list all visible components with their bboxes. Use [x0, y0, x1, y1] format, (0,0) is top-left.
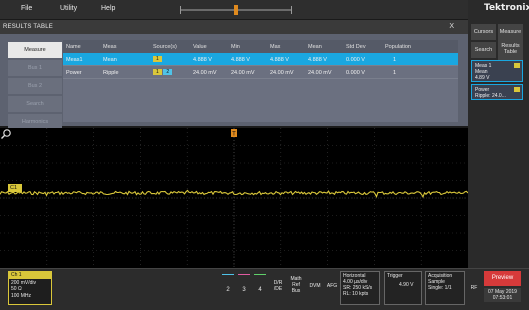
ch2-color-bar [222, 274, 234, 275]
cell-name: Power [66, 70, 82, 76]
results-tabs: Measure Bus 1 Bus 2 Search Harmonics [8, 42, 62, 132]
results-table-header: RESULTS TABLE X [0, 20, 468, 34]
ch1-badge[interactable]: Ch 1 200 mV/div 50 Ω 100 MHz [8, 271, 52, 305]
cell-name: Meas1 [66, 57, 83, 63]
cell-sources: 1 [153, 56, 162, 62]
results-table-title: RESULTS TABLE [3, 24, 53, 30]
menu-file[interactable]: File [21, 5, 32, 12]
digital-button[interactable]: D/R /DE [270, 280, 286, 292]
tab-bus1[interactable]: Bus 1 [8, 60, 62, 76]
results-table-button[interactable]: Results Table [498, 40, 523, 60]
cell-std-dev: 0.000 V [346, 70, 365, 76]
col-name: Name [66, 44, 81, 50]
brand-logo: Tektronix [484, 3, 529, 13]
search-button[interactable]: Search [471, 42, 496, 58]
cell-value: 24.00 mV [193, 70, 217, 76]
source-badge-ch1: 1 [153, 56, 162, 62]
trigger-level: 4.90 V [399, 282, 414, 288]
oscilloscope-ui: File Utility Help RESULTS TABLE X Measur… [0, 0, 529, 310]
table-row[interactable]: Power Ripple 1 2 24.00 mV 24.00 mV 24.00… [63, 66, 458, 79]
col-mean: Mean [308, 44, 322, 50]
col-value: Value [193, 44, 207, 50]
ch1-tag [514, 87, 520, 92]
col-min: Min [231, 44, 240, 50]
trigger-title: Trigger [387, 273, 403, 279]
ch1-badge-title: Ch 1 [9, 272, 51, 279]
ch4-label: 4 [258, 287, 262, 293]
digital-button-line2: /DE [273, 286, 283, 292]
ch2-label: 2 [226, 287, 230, 293]
cell-population: 1 [393, 57, 397, 63]
meas1-badge[interactable]: Meas 1 Mean 4.89 V [471, 60, 523, 82]
cell-max: 4.888 V [270, 57, 289, 63]
tab-measure[interactable]: Measure [8, 42, 62, 58]
ch2-button[interactable]: 2 [222, 274, 234, 298]
trigger-badge[interactable]: Trigger 4.90 V [384, 271, 422, 305]
rf-button[interactable]: RF [468, 285, 480, 291]
cell-std-dev: 0.000 V [346, 57, 365, 63]
ch1-tag [514, 63, 520, 68]
dvm-button[interactable]: DVM [306, 283, 324, 289]
cell-population: 1 [393, 70, 397, 76]
preview-button[interactable]: Preview [484, 271, 521, 286]
horizontal-record-length: RL: 10 kpts [343, 291, 369, 297]
cell-min: 4.888 V [231, 57, 250, 63]
results-table: Name Meas Source(s) Value Min Max Mean S… [63, 40, 458, 122]
magnifier-icon[interactable] [0, 128, 12, 140]
ch4-color-bar [254, 274, 266, 275]
ch1-bandwidth: 100 MHz [11, 292, 32, 299]
ch3-color-bar [238, 274, 250, 275]
cell-mean: 24.00 mV [308, 70, 332, 76]
tab-search[interactable]: Search [8, 96, 62, 112]
timeline-end-cap [291, 6, 292, 14]
col-sources: Source(s) [153, 44, 177, 50]
close-icon[interactable]: X [449, 23, 454, 30]
ch1-offset-marker[interactable]: C1 [8, 184, 22, 192]
time-label: 07:53:01 [492, 295, 513, 301]
cell-sources: 1 2 [153, 69, 173, 75]
cell-meas: Mean [103, 57, 117, 63]
power-badge[interactable]: Power Ripple: 24.0... [471, 84, 523, 100]
trigger-marker-label: T [232, 132, 236, 138]
ch3-button[interactable]: 3 [238, 274, 250, 298]
math-ref-bus-button[interactable]: Math Ref Bus [288, 276, 304, 294]
cell-mean: 4.888 V [308, 57, 327, 63]
trigger-position-marker[interactable]: T [231, 129, 237, 138]
cell-meas: Ripple [103, 70, 119, 76]
cell-max: 24.00 mV [270, 70, 294, 76]
source-badge-ch2: 2 [163, 69, 173, 75]
results-table-panel: Measure Bus 1 Bus 2 Search Harmonics Nam… [0, 34, 468, 130]
acquisition-run-state: Single: 1/1 [428, 285, 452, 291]
col-population: Population [385, 44, 411, 50]
cell-value: 4.888 V [193, 57, 212, 63]
col-std-dev: Std Dev [346, 44, 366, 50]
ch3-label: 3 [242, 287, 246, 293]
ch4-button[interactable]: 4 [254, 274, 266, 298]
source-badge-ch1: 1 [153, 69, 162, 75]
record-timeline[interactable] [180, 5, 292, 15]
meas1-badge-line2: 4.89 V [475, 75, 490, 81]
acquisition-badge[interactable]: Acquisition Sample Single: 1/1 [425, 271, 465, 305]
cursors-button[interactable]: Cursors [471, 24, 496, 40]
afg-button[interactable]: AFG [325, 283, 339, 289]
measure-button[interactable]: Measure [498, 24, 523, 40]
date-time: 07 May 2019 07:53:01 [484, 288, 521, 302]
timeline-position-marker[interactable] [234, 5, 238, 15]
waveform-graticule: T [0, 128, 468, 268]
table-row[interactable]: Meas1 Mean 1 4.888 V 4.888 V 4.888 V 4.8… [63, 53, 458, 66]
cell-min: 24.00 mV [231, 70, 255, 76]
table-header-row: Name Meas Source(s) Value Min Max Mean S… [63, 40, 458, 53]
horizontal-badge[interactable]: Horizontal 4.00 µs/div SR: 250 kS/s RL: … [340, 271, 380, 305]
results-table-button-line2: Table [503, 49, 518, 55]
menu-bar: File Utility Help [0, 0, 468, 20]
col-max: Max [270, 44, 281, 50]
timeline-start-cap [180, 6, 181, 14]
bus-label: Bus [291, 288, 301, 294]
waveform-display[interactable]: T C1 [0, 128, 468, 268]
menu-help[interactable]: Help [101, 5, 115, 12]
col-meas: Meas [103, 44, 117, 50]
menu-utility[interactable]: Utility [60, 5, 77, 12]
power-badge-line1: Ripple: 24.0... [475, 93, 506, 99]
tab-bus2[interactable]: Bus 2 [8, 78, 62, 94]
